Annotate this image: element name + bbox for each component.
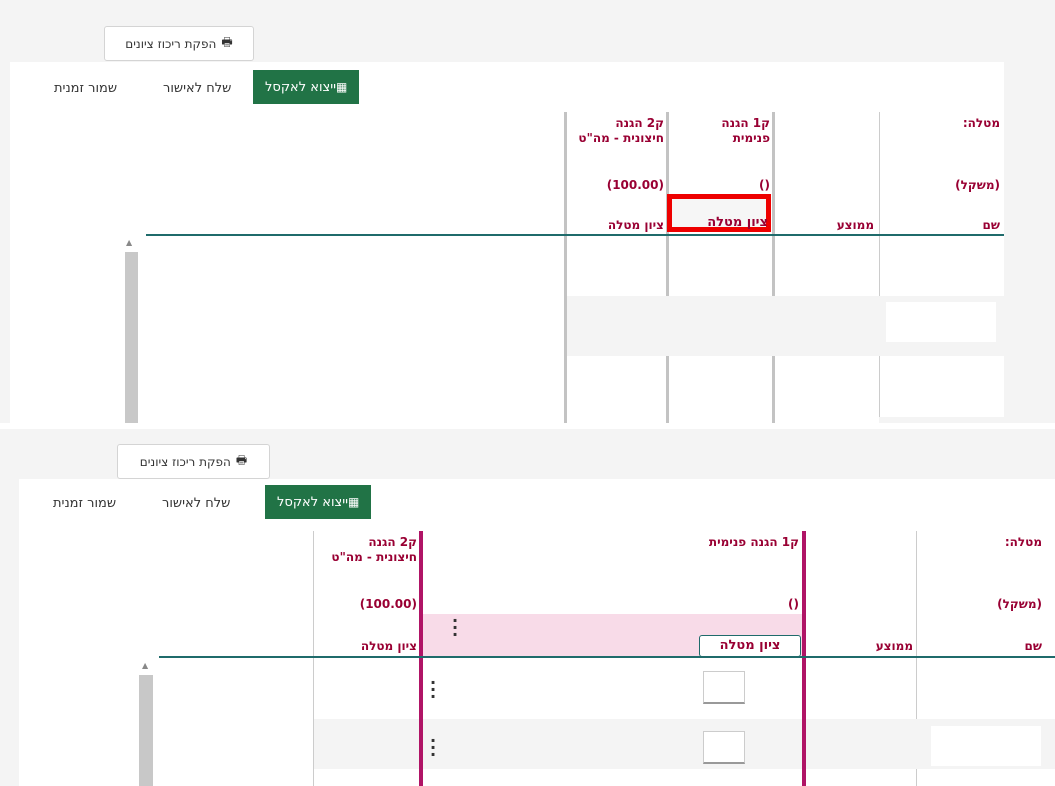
kebab-icon[interactable]: · · · <box>429 733 437 763</box>
q2-weight: (100.00) <box>606 178 664 192</box>
q2-title: ק2 הגנה חיצונית - מה"ט <box>315 535 417 565</box>
q2-score-header[interactable]: ציון מטלה <box>315 639 417 653</box>
q1-score-header[interactable]: ציון מטלה <box>699 635 801 657</box>
q2-title-line: חיצונית - מה"ט <box>578 131 664 145</box>
name-cell <box>931 726 1041 766</box>
column-separator <box>564 112 567 423</box>
q2-title-line: חיצונית - מה"ט <box>331 550 417 564</box>
grade-input[interactable] <box>703 671 745 704</box>
name-column-header[interactable]: שם <box>890 218 1000 232</box>
column-separator <box>879 112 880 423</box>
vertical-scrollbar[interactable] <box>139 675 153 786</box>
q1-title: ק1 הגנה פנימית <box>708 535 799 549</box>
q2-title-line: ק2 הגנה <box>368 535 417 549</box>
average-column-header[interactable]: ממוצע <box>809 639 913 653</box>
kebab-icon[interactable]: · · · <box>429 675 437 705</box>
table-row <box>423 719 802 769</box>
save-temp-button[interactable]: שמור זמנית <box>53 487 116 521</box>
print-icon: 🖶 <box>221 35 233 49</box>
send-approval-button[interactable]: שלח לאישור <box>162 487 230 521</box>
export-excel-label: ייצוא לאקסל <box>277 495 349 510</box>
print-summary-label: הפקת ריכוז ציונים <box>139 454 231 469</box>
export-excel-label: ייצוא לאקסל <box>265 80 337 95</box>
weight-label: (משקל) <box>997 597 1042 611</box>
print-summary-label: הפקת ריכוז ציונים <box>125 36 217 51</box>
kebab-icon[interactable]: · · · <box>451 613 459 643</box>
q1-score-header[interactable]: ציון מטלה <box>672 215 768 230</box>
print-summary-button[interactable]: הפקת ריכוז ציונים 🖶 <box>104 26 254 61</box>
send-approval-button[interactable]: שלח לאישור <box>163 72 231 106</box>
column-separator <box>666 112 669 423</box>
table-header-divider <box>159 656 1055 658</box>
name-column-header[interactable]: שם <box>924 639 1042 653</box>
grades-card: שמור זמנית שלח לאישור ייצוא לאקסל▦ מטלה:… <box>10 62 1004 423</box>
print-summary-button[interactable]: הפקת ריכוז ציונים 🖶 <box>117 444 270 479</box>
q2-title: ק2 הגנה חיצונית - מה"ט <box>566 116 664 146</box>
q2-title-line: ק2 הגנה <box>615 116 664 130</box>
vertical-scrollbar[interactable] <box>125 252 138 423</box>
task-label: מטלה: <box>1004 535 1042 549</box>
q1-title-line: פנימית <box>732 131 770 145</box>
screenshot-panel-before: הפקת ריכוז ציונים 🖶 שמור זמנית שלח לאישו… <box>0 0 1055 423</box>
column-separator <box>772 112 775 423</box>
grade-input[interactable] <box>703 731 745 764</box>
name-cell <box>886 302 996 342</box>
q1-title-line: ק1 הגנה <box>721 116 770 130</box>
q2-score-header[interactable]: ציון מטלה <box>566 218 664 232</box>
average-column-header[interactable]: ממוצע <box>782 218 874 232</box>
scroll-up-arrow-icon[interactable]: ▲ <box>142 661 148 670</box>
q2-weight: (100.00) <box>359 597 417 611</box>
scroll-up-arrow-icon[interactable]: ▲ <box>126 238 132 247</box>
q1-weight: () <box>788 597 799 611</box>
grid-icon: ▦ <box>336 80 348 94</box>
table-row <box>567 296 885 356</box>
export-excel-button[interactable]: ייצוא לאקסל▦ <box>265 485 372 519</box>
task-label: מטלה: <box>962 116 1000 130</box>
screenshot-panel-after: הפקת ריכוז ציונים 🖶 שמור זמנית שלח לאישו… <box>0 429 1055 786</box>
q1-title: ק1 הגנה פנימית <box>674 116 770 146</box>
table-header-divider <box>146 234 1004 236</box>
grades-card: שמור זמנית שלח לאישור ייצוא לאקסל▦ מטלה:… <box>19 479 1055 786</box>
print-icon: 🖶 <box>235 453 248 467</box>
table-row <box>314 719 419 769</box>
weight-label: (משקל) <box>955 178 1000 192</box>
grid-icon: ▦ <box>348 495 360 509</box>
q1-weight: () <box>759 178 770 192</box>
save-temp-button[interactable]: שמור זמנית <box>54 72 117 106</box>
export-excel-button[interactable]: ייצוא לאקסל▦ <box>253 70 360 104</box>
